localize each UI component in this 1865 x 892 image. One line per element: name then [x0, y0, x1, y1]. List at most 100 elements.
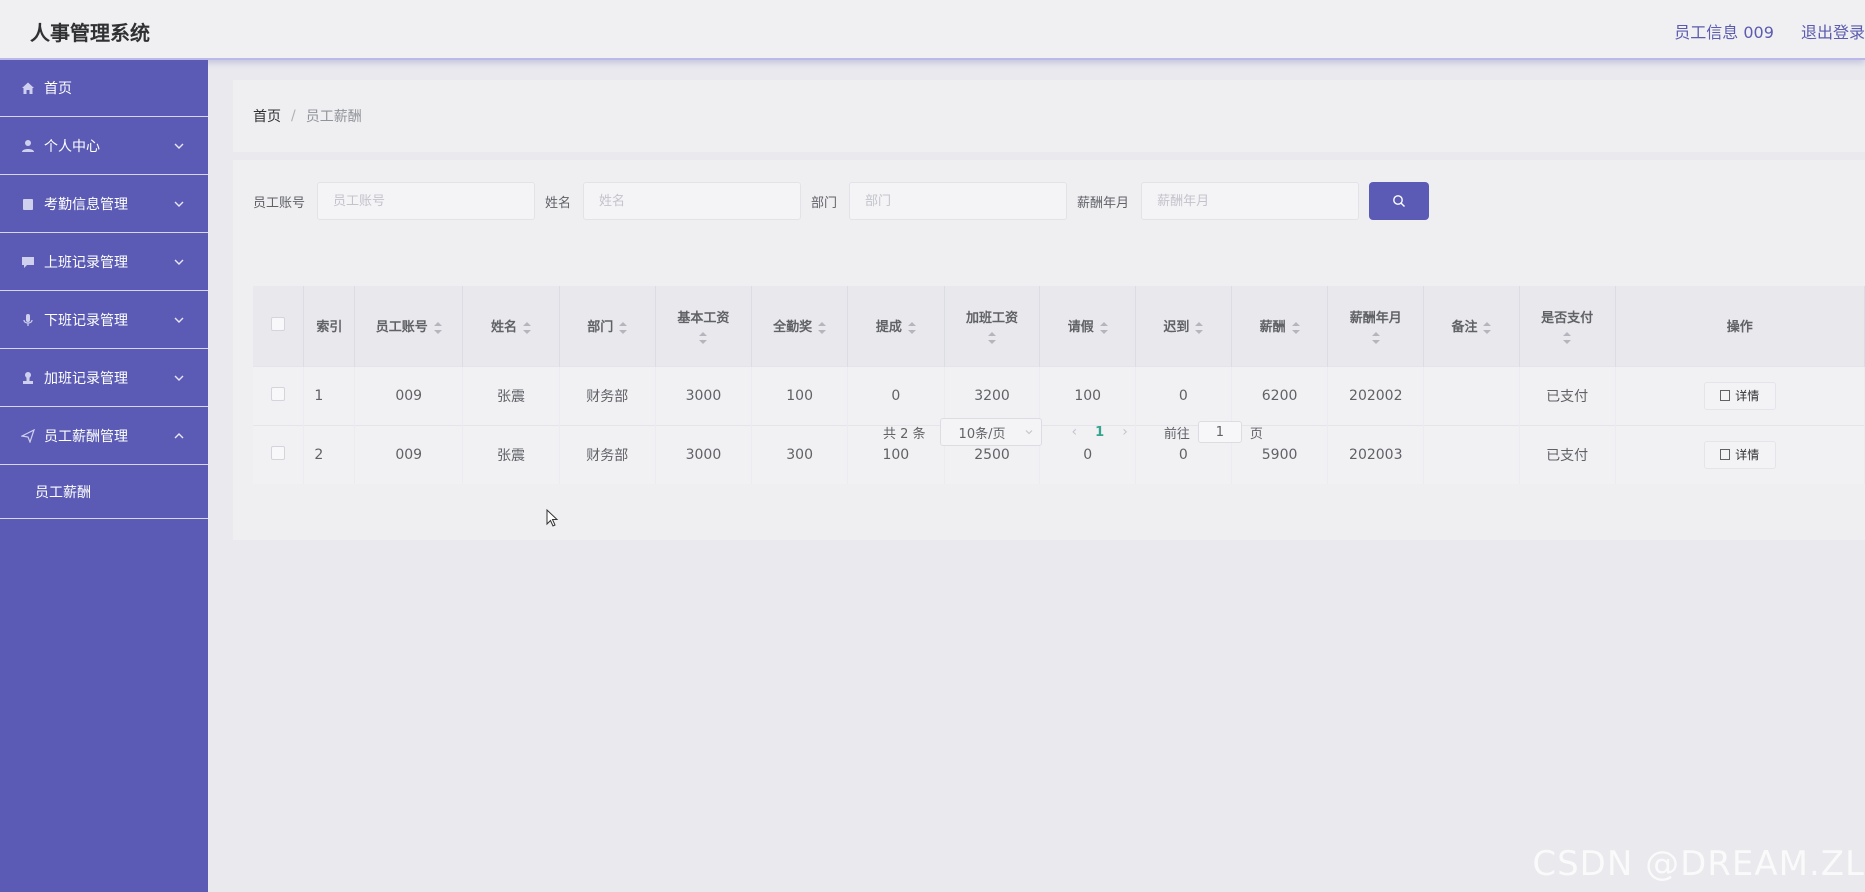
cell-overtime-pay: 3200 [944, 365, 1041, 425]
cell-account: 009 [354, 365, 464, 425]
app-title: 人事管理系统 [30, 21, 150, 45]
salary-table: 索引 员工账号 姓名 部门 基本工资 全勤奖 提成 加班工资 请假 迟到 薪酬 … [253, 286, 1865, 484]
cell-remark [1423, 365, 1520, 425]
document-icon [1720, 390, 1731, 401]
cell-account: 009 [354, 424, 464, 484]
sort-icon[interactable] [523, 321, 532, 334]
sidebar: 首页 个人中心 考勤信息管理 上班记录管理 下班记录管理 加班记录管理 员工薪酬… [0, 60, 208, 892]
total-count: 共 2 条 [883, 426, 926, 442]
send-icon [20, 428, 36, 444]
column-header[interactable]: 部门 [559, 286, 656, 366]
sidebar-item-label: 考勤信息管理 [44, 196, 128, 213]
logout-link[interactable]: 退出登录 [1801, 23, 1865, 42]
column-header[interactable]: 薪酬 [1231, 286, 1329, 366]
column-header[interactable]: 是否支付 [1519, 286, 1616, 366]
sidebar-item-label: 个人中心 [44, 138, 100, 155]
department-input[interactable] [849, 182, 1068, 220]
cell-leave: 100 [1039, 365, 1137, 425]
column-header[interactable]: 薪酬年月 [1327, 286, 1425, 366]
sort-icon[interactable] [1371, 332, 1380, 345]
column-header[interactable]: 迟到 [1135, 286, 1232, 366]
sort-icon[interactable] [907, 321, 916, 334]
sort-icon[interactable] [619, 321, 628, 334]
search-icon [1393, 195, 1406, 207]
breadcrumb-current: 员工薪酬 [305, 109, 362, 125]
detail-button[interactable]: 详情 [1703, 381, 1776, 410]
table-row: 1 009 张震 财务部 3000 100 0 3200 100 0 6200 … [253, 365, 1865, 425]
detail-button[interactable]: 详情 [1703, 440, 1776, 469]
cell-department: 财务部 [559, 365, 656, 425]
page-number-current[interactable]: 1 [1095, 425, 1104, 440]
select-all-checkbox[interactable] [271, 316, 286, 331]
sort-icon[interactable] [699, 332, 708, 345]
sidebar-item-attendance[interactable]: 考勤信息管理 [0, 175, 208, 233]
sort-icon[interactable] [433, 321, 442, 334]
stamp-icon [20, 370, 36, 386]
sort-icon[interactable] [1483, 321, 1492, 334]
column-header[interactable]: 全勤奖 [751, 286, 848, 366]
clipboard-icon [20, 196, 36, 212]
column-header[interactable]: 基本工资 [655, 286, 753, 366]
column-header[interactable]: 请假 [1039, 286, 1137, 366]
sidebar-subitem-salary[interactable]: 员工薪酬 [0, 465, 208, 519]
cell-attendance-bonus: 300 [751, 424, 848, 484]
top-header: 人事管理系统 员工信息 009 退出登录 [0, 0, 1865, 60]
prev-page-icon[interactable]: ‹ [1072, 424, 1078, 440]
search-button[interactable] [1369, 182, 1430, 220]
cell-base-salary: 3000 [655, 424, 753, 484]
sidebar-item-salary-management[interactable]: 员工薪酬管理 [0, 407, 208, 465]
column-header: 操作 [1615, 286, 1865, 366]
document-icon [1720, 449, 1731, 461]
cell-paid-status: 已支付 [1519, 424, 1616, 484]
cell-commission: 0 [847, 365, 945, 425]
page-size-select[interactable]: 10条/页 [939, 418, 1042, 446]
sidebar-item-personal-center[interactable]: 个人中心 [0, 117, 208, 175]
cell-actions: 详情 [1615, 424, 1865, 484]
column-header[interactable]: 加班工资 [944, 286, 1041, 366]
sidebar-item-label: 首页 [44, 81, 72, 97]
breadcrumb-home[interactable]: 首页 [253, 106, 281, 126]
sort-icon[interactable] [818, 321, 827, 334]
sidebar-item-overtime[interactable]: 加班记录管理 [0, 349, 208, 407]
sort-icon[interactable] [1291, 321, 1300, 334]
goto-suffix: 页 [1249, 426, 1263, 442]
chevron-down-icon [1025, 430, 1032, 435]
watermark: CSDN @DREAM.ZL [1532, 844, 1865, 884]
next-page-icon[interactable]: › [1122, 424, 1128, 440]
user-info-link[interactable]: 员工信息 009 [1674, 23, 1774, 42]
salary-month-input[interactable] [1141, 182, 1360, 220]
salary-month-label: 薪酬年月 [1077, 195, 1130, 211]
cell-index: 1 [303, 365, 356, 425]
column-header[interactable]: 备注 [1423, 286, 1520, 366]
sidebar-item-label: 加班记录管理 [44, 370, 128, 387]
account-input[interactable] [317, 182, 536, 220]
goto-page-input[interactable] [1197, 421, 1242, 443]
column-header[interactable]: 员工账号 [354, 286, 464, 366]
chevron-down-icon [174, 259, 184, 265]
column-header: 索引 [303, 286, 356, 366]
sidebar-item-clock-in[interactable]: 上班记录管理 [0, 233, 208, 291]
sort-icon[interactable] [988, 332, 997, 345]
name-input[interactable] [583, 182, 802, 220]
sidebar-item-label: 上班记录管理 [44, 254, 128, 271]
sort-icon[interactable] [1099, 321, 1108, 334]
microphone-icon [20, 312, 36, 328]
table-header-row: 索引 员工账号 姓名 部门 基本工资 全勤奖 提成 加班工资 请假 迟到 薪酬 … [253, 286, 1865, 366]
sidebar-item-home[interactable]: 首页 [0, 60, 208, 117]
row-checkbox[interactable] [271, 386, 286, 401]
column-header[interactable]: 姓名 [462, 286, 560, 366]
cell-salary-month: 202002 [1327, 365, 1425, 425]
breadcrumb-separator: / [291, 108, 296, 124]
column-header[interactable]: 提成 [847, 286, 945, 366]
sort-icon[interactable] [1563, 332, 1572, 345]
row-select-cell [253, 424, 305, 484]
sort-icon[interactable] [1195, 321, 1204, 334]
user-icon [20, 138, 36, 154]
select-all-cell [253, 286, 305, 366]
cell-remark [1423, 424, 1520, 484]
sidebar-item-clock-out[interactable]: 下班记录管理 [0, 291, 208, 349]
row-checkbox[interactable] [271, 445, 286, 460]
header-actions: 员工信息 009 退出登录 [1652, 19, 1865, 43]
cell-name: 张震 [462, 365, 560, 425]
chevron-up-icon [174, 432, 184, 438]
